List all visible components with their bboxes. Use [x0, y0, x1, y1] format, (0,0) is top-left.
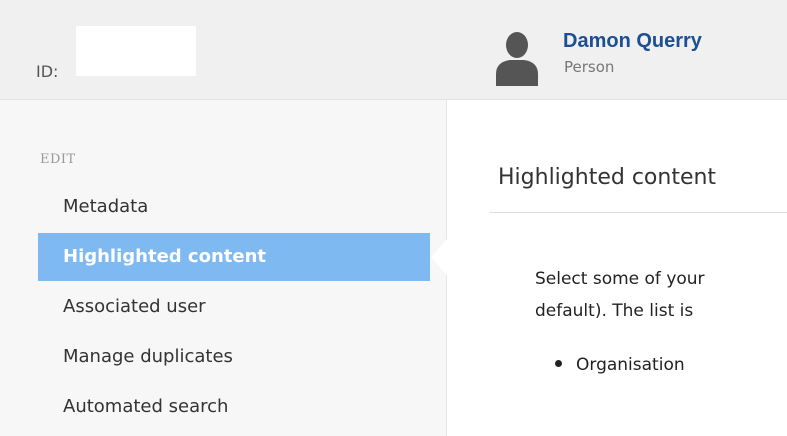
sidebar-section-label: EDIT	[40, 152, 76, 167]
title-divider	[490, 212, 787, 213]
main-content-panel	[448, 100, 787, 436]
person-name-link[interactable]: Damon Querry	[563, 30, 702, 53]
active-item-pointer	[431, 239, 447, 275]
bullet-icon	[555, 359, 562, 367]
description-line: Select some of your	[535, 269, 705, 289]
sidebar-item-automated-search[interactable]: Automated search	[38, 383, 430, 431]
description-line: default). The list is	[535, 301, 694, 321]
app-window: ID: Damon Querry Person EDIT Metadata Hi…	[0, 0, 787, 436]
list-item: Organisation	[555, 355, 685, 375]
person-type-label: Person	[564, 58, 615, 76]
person-silhouette-icon	[496, 32, 538, 86]
list-item-label: Organisation	[576, 355, 685, 375]
page-title: Highlighted content	[498, 165, 717, 190]
id-input[interactable]	[76, 26, 196, 76]
header-bar: ID: Damon Querry Person	[0, 0, 787, 100]
sidebar-item-metadata[interactable]: Metadata	[38, 183, 430, 231]
sidebar-item-manage-duplicates[interactable]: Manage duplicates	[38, 333, 430, 381]
id-label: ID:	[36, 62, 59, 81]
sidebar-item-highlighted-content[interactable]: Highlighted content	[38, 233, 430, 281]
sidebar-item-associated-user[interactable]: Associated user	[38, 283, 430, 331]
